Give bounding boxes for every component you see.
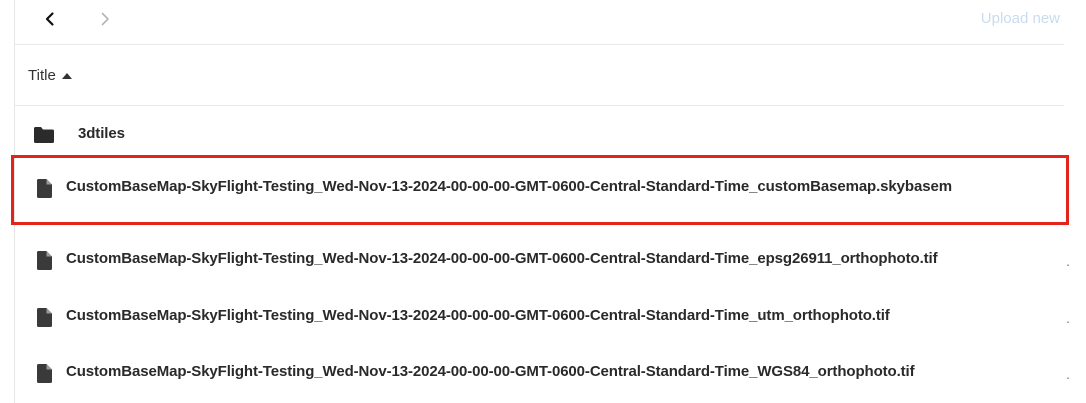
table-row[interactable]: CustomBaseMap-SkyFlight-Testing_Wed-Nov-…	[15, 163, 1070, 213]
table-header: Title	[15, 44, 1064, 106]
row-more-indicator: .	[1066, 366, 1070, 382]
row-more-indicator: .	[1066, 181, 1070, 197]
back-button[interactable]	[35, 4, 65, 34]
row-more-indicator: .	[1066, 310, 1070, 326]
file-icon	[37, 251, 52, 270]
file-name: CustomBaseMap-SkyFlight-Testing_Wed-Nov-…	[66, 178, 952, 195]
chevron-right-icon	[101, 12, 109, 26]
file-icon	[37, 179, 52, 198]
table-row[interactable]: CustomBaseMap-SkyFlight-Testing_Wed-Nov-…	[15, 348, 1070, 398]
table-row[interactable]: 3dtiles	[15, 110, 1064, 160]
forward-button[interactable]	[90, 4, 120, 34]
title-column-label: Title	[28, 67, 56, 84]
file-name: CustomBaseMap-SkyFlight-Testing_Wed-Nov-…	[66, 363, 915, 380]
folder-name: 3dtiles	[78, 125, 125, 142]
upload-new-button[interactable]: Upload new	[981, 10, 1060, 27]
file-name: CustomBaseMap-SkyFlight-Testing_Wed-Nov-…	[66, 307, 890, 324]
toolbar: Upload new	[15, 0, 1064, 42]
file-icon	[37, 364, 52, 383]
file-name: CustomBaseMap-SkyFlight-Testing_Wed-Nov-…	[66, 250, 938, 267]
table-row[interactable]: CustomBaseMap-SkyFlight-Testing_Wed-Nov-…	[15, 235, 1070, 285]
folder-icon	[34, 127, 54, 143]
caret-up-icon	[61, 72, 72, 79]
file-icon	[37, 308, 52, 327]
chevron-left-icon	[45, 12, 54, 26]
table-row[interactable]: CustomBaseMap-SkyFlight-Testing_Wed-Nov-…	[15, 292, 1070, 342]
title-column-header[interactable]: Title	[28, 67, 72, 84]
row-more-indicator: .	[1066, 253, 1070, 269]
